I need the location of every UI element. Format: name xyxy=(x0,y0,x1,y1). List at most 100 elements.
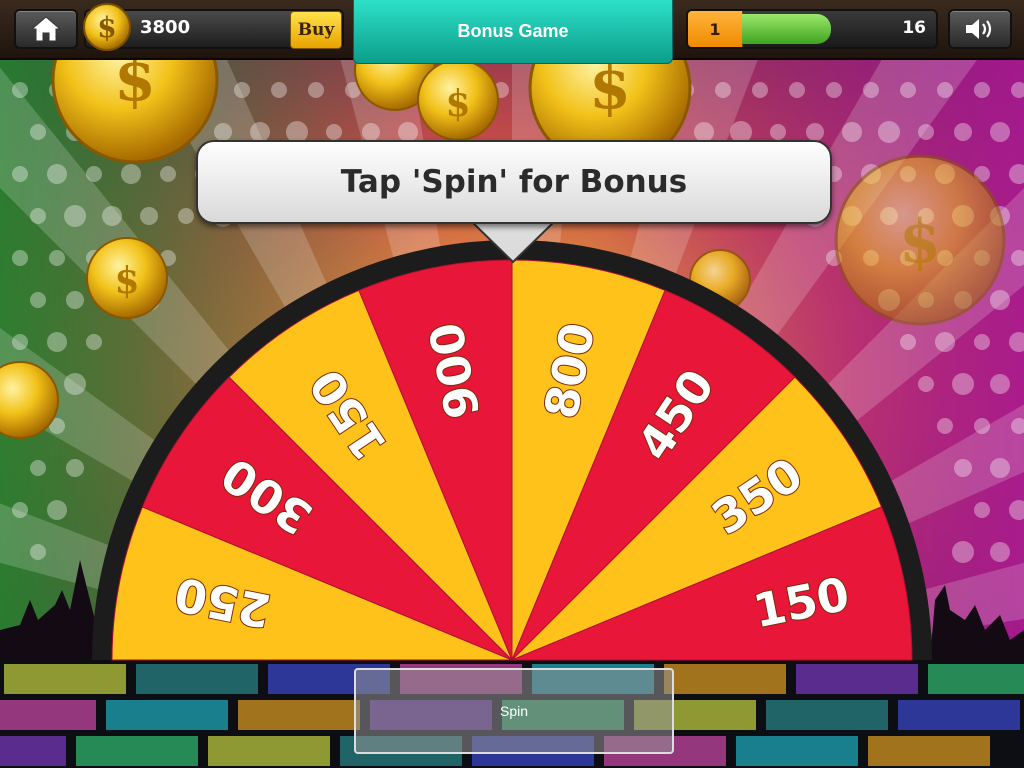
bokeh-dot xyxy=(954,459,972,477)
bokeh-dot xyxy=(974,502,990,518)
bokeh-dot xyxy=(937,418,953,434)
bokeh-dot xyxy=(271,82,287,98)
home-icon xyxy=(30,16,62,42)
floor-tile xyxy=(76,736,198,766)
floor-tile xyxy=(0,736,66,766)
bokeh-dot xyxy=(990,374,1010,394)
bokeh-dot xyxy=(160,166,176,182)
speaker-icon xyxy=(966,19,992,39)
svg-text:$: $ xyxy=(445,83,470,125)
bokeh-dot xyxy=(806,123,824,141)
floor-tile xyxy=(0,700,96,730)
bokeh-dot xyxy=(937,82,953,98)
floor-tile xyxy=(766,700,888,730)
bokeh-dot xyxy=(308,82,324,98)
bokeh-dot xyxy=(789,82,805,98)
floor-tile xyxy=(106,700,228,730)
floor-tile xyxy=(736,736,858,766)
level-badge: 1 xyxy=(688,11,743,47)
bokeh-dot xyxy=(30,544,46,560)
bokeh-dot xyxy=(878,121,900,143)
bokeh-dot xyxy=(12,334,28,350)
bokeh-dot xyxy=(66,459,84,477)
bokeh-dot xyxy=(12,250,28,266)
bokeh-dot xyxy=(12,82,28,98)
floor-tile xyxy=(898,700,1020,730)
level-progress: 1 16 xyxy=(686,9,938,49)
bokeh-dot xyxy=(250,122,270,142)
bokeh-dot xyxy=(64,205,86,227)
buy-button[interactable]: Buy xyxy=(290,11,342,49)
bokeh-dot xyxy=(362,123,380,141)
spin-button[interactable]: Spin xyxy=(354,668,674,754)
bokeh-dot xyxy=(47,164,67,184)
xp-progress-fill xyxy=(742,14,831,44)
xp-value: 16 xyxy=(902,18,926,38)
bokeh-dot xyxy=(990,122,1010,142)
svg-text:$: $ xyxy=(899,207,941,277)
floor-tile xyxy=(796,664,918,694)
bokeh-dot xyxy=(398,122,418,142)
bokeh-dot xyxy=(12,502,28,518)
bokeh-dot xyxy=(694,122,714,142)
floor-tile xyxy=(208,736,330,766)
home-button[interactable] xyxy=(14,9,78,49)
dollar-coin-icon: $ xyxy=(83,3,131,51)
floor-tile xyxy=(4,664,126,694)
bokeh-dot xyxy=(918,376,934,392)
bokeh-dot xyxy=(715,82,731,98)
bonus-game-screen: $ $ $ $ $ 250 300 150 900 800 450 350 150 xyxy=(0,0,1024,768)
bokeh-dot xyxy=(49,250,65,266)
instruction-text: Tap 'Spin' for Bonus xyxy=(340,164,688,200)
bokeh-dot xyxy=(826,82,842,98)
bokeh-dot xyxy=(30,208,46,224)
bokeh-dot xyxy=(86,334,102,350)
bokeh-dot xyxy=(64,373,86,395)
top-bar: $ 3800 Buy Bonus Game 1 16 xyxy=(0,0,1024,64)
bokeh-dot xyxy=(86,166,102,182)
bokeh-dot xyxy=(214,123,232,141)
bokeh-dot xyxy=(140,207,158,225)
floor-tile xyxy=(928,664,1024,694)
bokeh-dot xyxy=(30,124,46,140)
background-stage: $ $ $ $ $ 250300150 900 800 450350150 xyxy=(0,0,1024,768)
bokeh-dot xyxy=(974,82,990,98)
bokeh-dot xyxy=(935,332,955,352)
bokeh-dot xyxy=(952,373,974,395)
bokeh-dot xyxy=(12,166,28,182)
bokeh-dot xyxy=(974,334,990,350)
bokeh-dot xyxy=(863,82,879,98)
floor-tile xyxy=(136,664,258,694)
coin-balance: $ 3800 Buy xyxy=(83,3,344,51)
floor-tile xyxy=(664,664,786,694)
bokeh-dot xyxy=(102,206,122,226)
bokeh-dot xyxy=(178,208,194,224)
bokeh-dot xyxy=(234,82,250,98)
bokeh-dot xyxy=(990,458,1010,478)
bokeh-dot xyxy=(47,332,67,352)
page-title: Bonus Game xyxy=(353,0,673,64)
bokeh-dot xyxy=(900,82,916,98)
bokeh-dot xyxy=(900,334,916,350)
bokeh-dot xyxy=(842,122,862,142)
bokeh-dot xyxy=(326,124,342,140)
bokeh-dot xyxy=(990,542,1010,562)
bokeh-dot xyxy=(770,124,786,140)
coin-count: 3800 xyxy=(140,17,191,38)
instruction-bubble: Tap 'Spin' for Bonus xyxy=(196,140,832,224)
bokeh-dot xyxy=(47,500,67,520)
bokeh-dot xyxy=(974,418,990,434)
bokeh-dot xyxy=(990,290,1010,310)
svg-text:$: $ xyxy=(114,260,139,302)
bokeh-dot xyxy=(30,292,46,308)
bokeh-dot xyxy=(752,82,768,98)
bokeh-dot xyxy=(30,460,46,476)
bokeh-dot xyxy=(918,124,934,140)
bokeh-dot xyxy=(121,164,141,184)
svg-text:$: $ xyxy=(97,11,116,44)
bokeh-dot xyxy=(954,123,972,141)
sound-button[interactable] xyxy=(948,9,1012,49)
bokeh-dot xyxy=(66,291,84,309)
floor-tile xyxy=(238,700,360,730)
bokeh-dot xyxy=(952,541,974,563)
